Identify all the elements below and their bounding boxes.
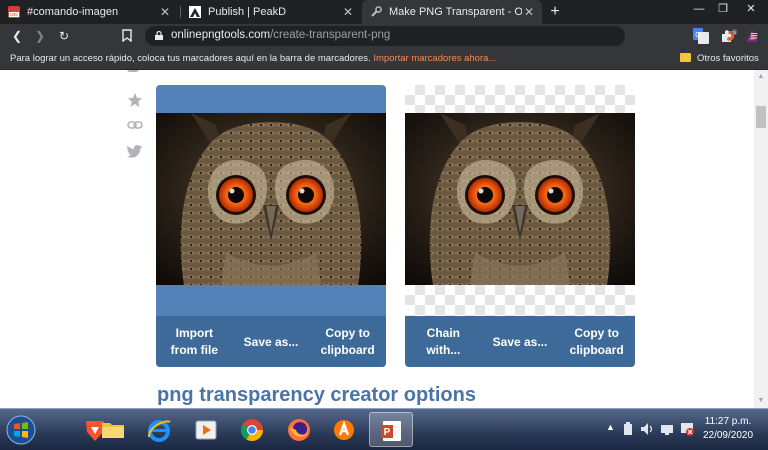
star-icon[interactable]	[127, 92, 143, 108]
svg-text:P: P	[384, 427, 391, 438]
powerpoint-icon: P	[381, 421, 401, 441]
taskbar-firefox[interactable]	[277, 412, 321, 447]
address-bar[interactable]: onlinepngtools.com/create-transparent-pn…	[145, 26, 758, 46]
save-as-button[interactable]: Save as...	[233, 316, 310, 367]
taskbar-media-player[interactable]	[184, 412, 228, 447]
restore-icon[interactable]: ❐	[710, 0, 736, 20]
import-from-file-button[interactable]: Import from file	[156, 316, 233, 367]
taskbar-internet-explorer[interactable]	[137, 412, 181, 447]
tab-comando-imagen[interactable]: 835 #comando-imagen ✕	[0, 0, 178, 24]
network-error-icon[interactable]	[680, 422, 694, 436]
output-panel-actions: Chain with... Save as... Copy to clipboa…	[405, 316, 635, 367]
taskbar-file-explorer[interactable]	[91, 412, 135, 447]
screen: 835 #comando-imagen ✕ Publish | PeakD ✕ …	[0, 0, 768, 450]
input-panel-actions: Import from file Save as... Copy to clip…	[156, 316, 386, 367]
taskbar-powerpoint[interactable]: P	[369, 412, 413, 447]
clock-time: 11:27 p.m.	[704, 416, 752, 427]
taskbar-chrome[interactable]	[230, 412, 274, 447]
avast-icon	[334, 420, 354, 440]
tools-icon	[371, 6, 382, 17]
back-icon[interactable]: ❮	[7, 26, 27, 46]
close-tab-icon[interactable]: ✕	[158, 5, 172, 19]
svg-text:G: G	[695, 32, 700, 39]
forward-icon[interactable]: ❯	[30, 26, 50, 46]
chrome-icon	[241, 419, 263, 441]
tab-make-png-transparent[interactable]: Make PNG Transparent - Online PNG ✕	[362, 0, 542, 24]
lock-icon	[155, 31, 163, 40]
browser-toolbar: ❮ ❯ ↻ onlinepngtools.com/create-transpar…	[0, 24, 768, 48]
url-text: onlinepngtools.com/create-transparent-pn…	[171, 29, 391, 41]
windows-start-icon[interactable]	[6, 415, 36, 445]
tab-title: Make PNG Transparent - Online PNG	[389, 6, 522, 18]
scroll-up-icon[interactable]: ▲	[757, 73, 765, 81]
close-tab-icon[interactable]: ✕	[341, 5, 355, 19]
input-image-panel: Import from file Save as... Copy to clip…	[156, 85, 386, 367]
share-remnant	[127, 70, 139, 72]
bookmarks-hint: Para lograr un acceso rápido, coloca tus…	[10, 53, 497, 64]
google-translate-icon[interactable]: G	[693, 28, 709, 44]
minimize-icon[interactable]: —	[686, 0, 712, 20]
copy-to-clipboard-button[interactable]: Copy to clipboard	[309, 316, 386, 367]
notification-badge-icon: 835	[8, 6, 20, 18]
options-heading: png transparency creator options	[157, 384, 476, 406]
show-hidden-icons[interactable]: ▲	[606, 422, 615, 436]
copy-to-clipboard-button[interactable]: Copy to clipboard	[558, 316, 635, 367]
network-icon[interactable]	[660, 422, 674, 436]
taskbar-avast[interactable]	[322, 412, 366, 447]
clock-date: 22/09/2020	[702, 430, 754, 441]
owl-input-image	[156, 113, 386, 285]
save-as-button[interactable]: Save as...	[482, 316, 559, 367]
tab-title: #comando-imagen	[27, 6, 119, 18]
other-bookmarks[interactable]: Otros favoritos	[697, 53, 759, 64]
taskbar: P ▲ 11:27 p.m. 22/09/2020	[0, 408, 768, 450]
folder-icon	[680, 53, 691, 62]
svg-text:835: 835	[10, 12, 18, 17]
tab-strip: 835 #comando-imagen ✕ Publish | PeakD ✕ …	[0, 0, 768, 24]
twitter-icon[interactable]	[127, 143, 143, 159]
scroll-thumb[interactable]	[756, 106, 766, 128]
bookmark-icon[interactable]	[122, 29, 132, 42]
output-image-panel: Chain with... Save as... Copy to clipboa…	[405, 85, 635, 367]
firefox-icon	[288, 419, 310, 441]
peakd-icon	[189, 6, 201, 18]
close-window-icon[interactable]: ✕	[738, 0, 764, 20]
close-tab-icon[interactable]: ✕	[522, 5, 536, 19]
media-player-icon	[195, 420, 217, 440]
usb-device-icon[interactable]	[622, 422, 634, 436]
chain-with-button[interactable]: Chain with...	[405, 316, 482, 367]
tab-publish-peakd[interactable]: Publish | PeakD ✕	[181, 0, 361, 24]
reload-icon[interactable]: ↻	[54, 26, 74, 46]
link-icon[interactable]	[127, 117, 143, 133]
folder-icon	[102, 423, 124, 438]
new-tab-button[interactable]: +	[546, 0, 564, 24]
tab-title: Publish | PeakD	[208, 6, 287, 18]
page-content: Import from file Save as... Copy to clip…	[0, 70, 754, 408]
import-bookmarks-link[interactable]: Importar marcadores ahora...	[373, 53, 496, 64]
extensions-puzzle-icon[interactable]	[719, 28, 735, 44]
internet-explorer-icon	[148, 420, 171, 442]
page-scrollbar[interactable]: ▲ ▼	[754, 70, 768, 408]
scroll-down-icon[interactable]: ▼	[757, 397, 765, 405]
speaker-icon[interactable]	[640, 422, 654, 436]
bookmarks-bar: Para lograr un acceso rápido, coloca tus…	[0, 48, 768, 70]
system-clock[interactable]: 11:27 p.m. 22/09/2020	[700, 415, 756, 443]
owl-output-image	[405, 113, 635, 285]
menu-icon[interactable]: ≡	[744, 26, 764, 46]
